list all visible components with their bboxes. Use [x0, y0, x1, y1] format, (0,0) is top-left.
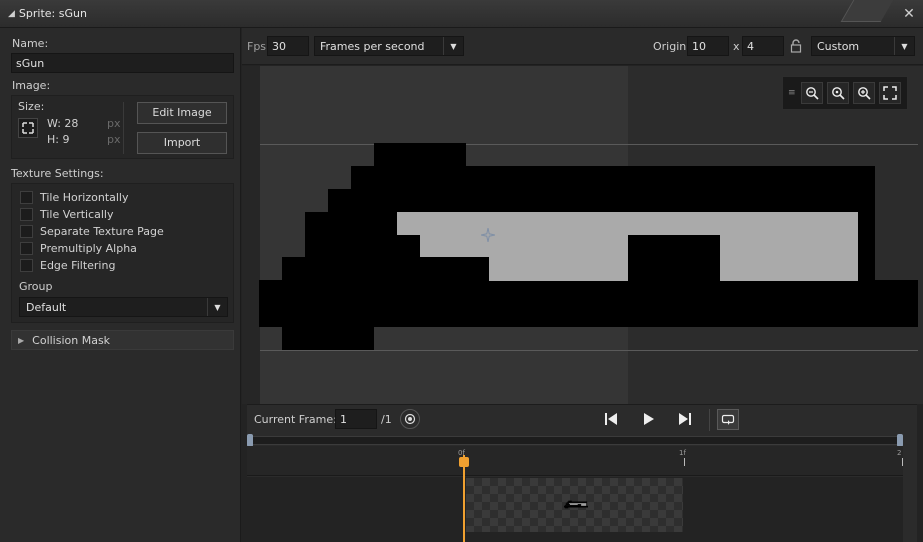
close-icon[interactable]: ✕ — [901, 6, 917, 22]
sprite-pixel-block — [374, 143, 466, 167]
playhead-line — [463, 455, 465, 542]
chevron-down-icon[interactable]: ▼ — [894, 37, 914, 55]
name-label: Name: — [12, 37, 49, 50]
window-title: ◢ Sprite: sGun — [8, 7, 87, 20]
ruler-tick — [684, 458, 685, 466]
origin-mode-value: Custom — [817, 39, 860, 53]
checkbox-label: Tile Horizontally — [40, 191, 129, 204]
checkbox-box[interactable] — [20, 208, 33, 221]
titlebar-notch — [840, 0, 894, 22]
checkbox-label: Tile Vertically — [40, 208, 114, 221]
chevron-down-icon[interactable]: ▼ — [443, 37, 463, 55]
image-group: Size: W: 28 H: 9 px px Edit Image Import — [11, 95, 234, 159]
sprite-pixel-block — [351, 166, 875, 190]
chevron-down-icon[interactable]: ▼ — [207, 298, 227, 316]
checkbox-label: Premultiply Alpha — [40, 242, 137, 255]
frame-ruler[interactable]: 0f 1f 2 — [247, 446, 903, 476]
sprite-icon: ◢ — [8, 8, 15, 19]
frame-thumbnail[interactable] — [466, 478, 683, 532]
sprite-canvas[interactable] — [242, 66, 923, 404]
sprite-pixel-block — [720, 234, 858, 281]
height-value: H: 9 — [47, 133, 70, 146]
sprite-properties-panel: Name: sGun Image: Size: W: 28 H: 9 px px… — [0, 28, 241, 542]
window-title-text: Sprite: sGun — [18, 7, 87, 20]
skip-forward-icon[interactable] — [678, 412, 692, 429]
name-input[interactable]: sGun — [11, 53, 234, 73]
sprite-bounds-top — [260, 144, 918, 145]
ruler-mark: 1f — [679, 449, 686, 457]
sprite-pixel-block — [420, 234, 628, 257]
sprite-pixel-block — [259, 280, 918, 327]
width-value: W: 28 — [47, 117, 79, 130]
timeline-scrollbar[interactable] — [247, 436, 903, 445]
fit-size-icon[interactable] — [18, 118, 38, 138]
checkbox-separate-texture-page[interactable]: Separate Texture Page — [20, 223, 164, 240]
collision-mask-label: Collision Mask — [32, 333, 111, 347]
fps-input[interactable]: 30 — [267, 36, 309, 56]
fps-mode-select[interactable]: Frames per second ▼ — [314, 36, 464, 56]
sprite-pixel-block — [282, 326, 374, 350]
image-label: Image: — [12, 79, 51, 92]
checkbox-box[interactable] — [20, 225, 33, 238]
checkbox-label: Separate Texture Page — [40, 225, 164, 238]
frame-controls: Current Frame: 1 /1 — [247, 404, 917, 434]
zoom-out-icon[interactable] — [800, 82, 823, 104]
fullscreen-icon[interactable] — [878, 82, 901, 104]
checkbox-premultiply-alpha[interactable]: Premultiply Alpha — [20, 240, 164, 257]
sprite-toolbar: Fps 30 Frames per second ▼ Origin 10 x 4… — [242, 28, 923, 65]
expand-arrow-icon[interactable]: ▶ — [18, 336, 24, 345]
import-button[interactable]: Import — [137, 132, 227, 154]
edit-image-button[interactable]: Edit Image — [137, 102, 227, 124]
checkbox-tile-horizontally[interactable]: Tile Horizontally — [20, 189, 164, 206]
divider — [709, 409, 710, 431]
drag-handle-icon[interactable]: ≡ — [788, 88, 796, 98]
checkbox-label: Edge Filtering — [40, 259, 116, 272]
onion-skin-icon[interactable] — [400, 409, 420, 429]
sprite-pixel-block — [328, 189, 875, 213]
texture-settings-group: Tile Horizontally Tile Vertically Separa… — [11, 183, 234, 323]
group-select-value: Default — [26, 300, 67, 314]
fps-label: Fps — [247, 40, 267, 53]
zoom-toolbar: ≡ — [782, 76, 908, 110]
origin-label: Origin — [653, 40, 687, 53]
timeline-panel[interactable]: 0f 1f 2 — [247, 434, 917, 542]
origin-y-input[interactable]: 4 — [742, 36, 784, 56]
texture-settings-label: Texture Settings: — [11, 167, 104, 180]
origin-separator: x — [733, 40, 740, 53]
checkbox-edge-filtering[interactable]: Edge Filtering — [20, 257, 164, 274]
sprite-pixel-block — [489, 256, 628, 281]
height-unit: px — [107, 133, 121, 146]
checkbox-box[interactable] — [20, 242, 33, 255]
sprite-pixel-block — [397, 212, 858, 235]
size-label: Size: — [18, 100, 45, 113]
checkbox-box[interactable] — [20, 259, 33, 272]
group-label: Group — [19, 280, 53, 293]
playhead-handle[interactable] — [459, 457, 469, 467]
checkbox-tile-vertically[interactable]: Tile Vertically — [20, 206, 164, 223]
ruler-tick — [902, 458, 903, 466]
collision-mask-section[interactable]: ▶ Collision Mask — [11, 330, 234, 350]
zoom-reset-icon[interactable] — [826, 82, 849, 104]
current-frame-input[interactable]: 1 — [335, 409, 377, 429]
origin-mode-select[interactable]: Custom ▼ — [811, 36, 915, 56]
play-icon[interactable] — [642, 412, 656, 429]
loop-icon[interactable] — [717, 409, 739, 430]
frame-thumbnail-sprite — [564, 500, 588, 509]
current-frame-label: Current Frame: — [254, 413, 337, 426]
zoom-in-icon[interactable] — [852, 82, 875, 104]
texture-checkbox-list: Tile Horizontally Tile Vertically Separa… — [20, 189, 164, 274]
fps-mode-value: Frames per second — [320, 39, 425, 53]
total-frames: /1 — [381, 413, 392, 426]
divider — [123, 102, 124, 154]
group-select[interactable]: Default ▼ — [19, 297, 228, 317]
window-titlebar[interactable]: ◢ Sprite: sGun ✕ — [0, 0, 923, 28]
width-unit: px — [107, 117, 121, 130]
lock-icon[interactable] — [790, 38, 802, 54]
origin-marker-icon[interactable] — [480, 227, 496, 243]
sprite-bounds-bottom — [260, 350, 918, 351]
skip-back-icon[interactable] — [604, 412, 618, 429]
checkbox-box[interactable] — [20, 191, 33, 204]
origin-x-input[interactable]: 10 — [687, 36, 729, 56]
ruler-mark: 2 — [897, 449, 902, 457]
